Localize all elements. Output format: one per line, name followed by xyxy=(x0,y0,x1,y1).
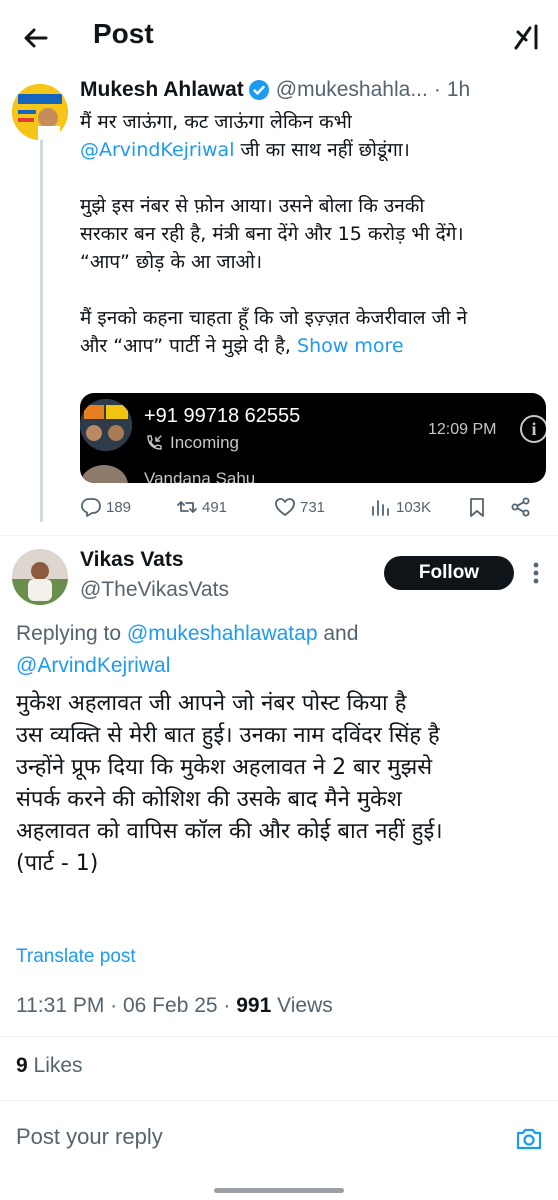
more-vertical-icon xyxy=(533,562,539,584)
next-contact-name: Vandana Sahu xyxy=(144,469,256,483)
incoming-call-icon xyxy=(147,435,162,450)
tweet-line: मुझे इस नंबर से फ़ोन आया। उसने बोला कि उ… xyxy=(80,195,425,217)
top-app-bar: Post xyxy=(0,0,558,74)
reply-line: (पार्ट - 1) xyxy=(16,851,99,876)
contact-avatar xyxy=(80,399,132,451)
tweet-line: और “आप” पार्टी ने मुझे दी है, Show more xyxy=(80,332,550,360)
back-button[interactable] xyxy=(20,22,52,54)
divider xyxy=(0,1036,558,1037)
reply-input[interactable]: Post your reply xyxy=(16,1124,496,1158)
tweet-text: मैं मर जाऊंगा, कट जाऊंगा लेकिन कभी @Arvi… xyxy=(80,108,550,360)
author-handle[interactable]: @mukeshahla... xyxy=(276,78,428,102)
call-type: Incoming xyxy=(170,433,239,452)
post-timestamp[interactable]: 11:31 PM · 06 Feb 25 · xyxy=(16,994,236,1017)
share-icon xyxy=(511,497,530,517)
avatar[interactable] xyxy=(12,549,68,605)
views-count: 991 xyxy=(236,994,272,1017)
view-count: 103K xyxy=(396,498,432,516)
camera-button[interactable] xyxy=(514,1124,544,1154)
verified-badge-icon xyxy=(248,80,269,100)
reply-line: उन्होंने प्रूफ दिया कि मुकेश अहलावत ने 2… xyxy=(16,755,433,780)
reply-line: उस व्यक्ति से मेरी बात हुई। उनका नाम दवि… xyxy=(16,723,440,748)
reply-author-name[interactable]: Vikas Vats xyxy=(80,548,184,572)
separator-dot: · xyxy=(433,78,441,101)
divider xyxy=(0,1100,558,1101)
heart-icon xyxy=(275,498,295,516)
replying-and: and xyxy=(317,622,359,645)
call-time: 12:09 PM xyxy=(428,421,497,438)
thread-connector-line xyxy=(40,136,43,522)
follow-button[interactable]: Follow xyxy=(384,556,514,590)
likes-count: 9 xyxy=(16,1054,28,1077)
tweet-line: “आप” छोड़ के आ जाओ। xyxy=(80,251,263,273)
likes-label: Likes xyxy=(27,1054,83,1077)
tweet-author-row: Mukesh Ahlawat @mukeshahla... · 1h xyxy=(80,78,550,102)
reply-text: मुकेश अहलावत जी आपने जो नंबर पोस्ट किया … xyxy=(16,688,546,880)
mention-link[interactable]: @ArvindKejriwal xyxy=(80,139,234,161)
tweet-line: @ArvindKejriwal जी का साथ नहीं छोडूंगा। xyxy=(80,136,550,164)
info-glyph: i xyxy=(531,419,537,439)
call-type-row: Incoming xyxy=(144,433,239,453)
translate-post-link[interactable]: Translate post xyxy=(16,946,136,968)
more-options-button[interactable] xyxy=(526,560,546,586)
replying-prefix: Replying to xyxy=(16,622,127,645)
reply-line: संपर्क करने की कोशिश की उसके बाद मैने मु… xyxy=(16,787,402,812)
page-title: Post xyxy=(93,18,154,49)
author-name[interactable]: Mukesh Ahlawat xyxy=(80,78,244,102)
like-count: 731 xyxy=(300,498,326,516)
repost-button[interactable]: 491 xyxy=(176,496,227,518)
bookmark-button[interactable] xyxy=(466,496,488,518)
divider xyxy=(0,535,558,536)
camera-icon xyxy=(516,1128,542,1150)
contact-avatar xyxy=(80,465,128,483)
replying-to: Replying to @mukeshahlawatap and @Arvind… xyxy=(16,618,536,682)
tweet-line: सरकार बन रही है, मंत्री बना देंगे और 15 … xyxy=(80,223,464,245)
reply-button[interactable]: 189 xyxy=(80,496,131,518)
reply-line: अहलावत को वापिस कॉल की और कोई बात नहीं ह… xyxy=(16,819,443,844)
views-label: Views xyxy=(271,994,333,1017)
post-time[interactable]: 1h xyxy=(447,78,470,102)
like-button[interactable]: 731 xyxy=(274,496,325,518)
arrow-left-icon xyxy=(24,28,48,48)
post-metadata: 11:31 PM · 06 Feb 25 · 991 Views xyxy=(16,994,333,1018)
tweet-line: मैं मर जाऊंगा, कट जाऊंगा लेकिन कभी xyxy=(80,111,352,133)
analytics-icon xyxy=(372,500,389,516)
reply-line: मुकेश अहलावत जी आपने जो नंबर पोस्ट किया … xyxy=(16,691,407,716)
bookmark-icon xyxy=(470,498,484,517)
show-more-link[interactable]: Show more xyxy=(297,335,404,357)
repost-count: 491 xyxy=(202,498,228,516)
tweet-action-bar: 189 491 731 103K xyxy=(80,496,540,526)
tweet-line: मैं इनको कहना चाहता हूँ कि जो इज़्ज़त के… xyxy=(80,307,468,329)
info-icon: i xyxy=(520,415,546,443)
share-button[interactable] xyxy=(510,496,532,518)
mention-link[interactable]: @mukeshahlawatap xyxy=(127,622,318,645)
reply-icon xyxy=(81,498,101,517)
grok-button[interactable] xyxy=(512,22,542,52)
repost-icon xyxy=(177,501,197,513)
phone-number: +91 99718 62555 xyxy=(144,405,301,427)
media-image[interactable]: +91 99718 62555 Incoming 12:09 PM i Vand… xyxy=(80,393,546,483)
reply-author-handle[interactable]: @TheVikasVats xyxy=(80,578,229,602)
mention-link[interactable]: @ArvindKejriwal xyxy=(16,654,170,677)
views-button[interactable]: 103K xyxy=(370,496,431,518)
tweet-line-text: जी का साथ नहीं छोडूंगा। xyxy=(234,139,410,161)
avatar[interactable] xyxy=(12,84,68,140)
gesture-navigation-bar xyxy=(214,1188,344,1193)
grok-icon xyxy=(514,24,538,50)
reply-count: 189 xyxy=(106,498,132,516)
likes-summary[interactable]: 9 Likes xyxy=(16,1054,83,1078)
tweet-line-text: और “आप” पार्टी ने मुझे दी है, xyxy=(80,335,298,357)
